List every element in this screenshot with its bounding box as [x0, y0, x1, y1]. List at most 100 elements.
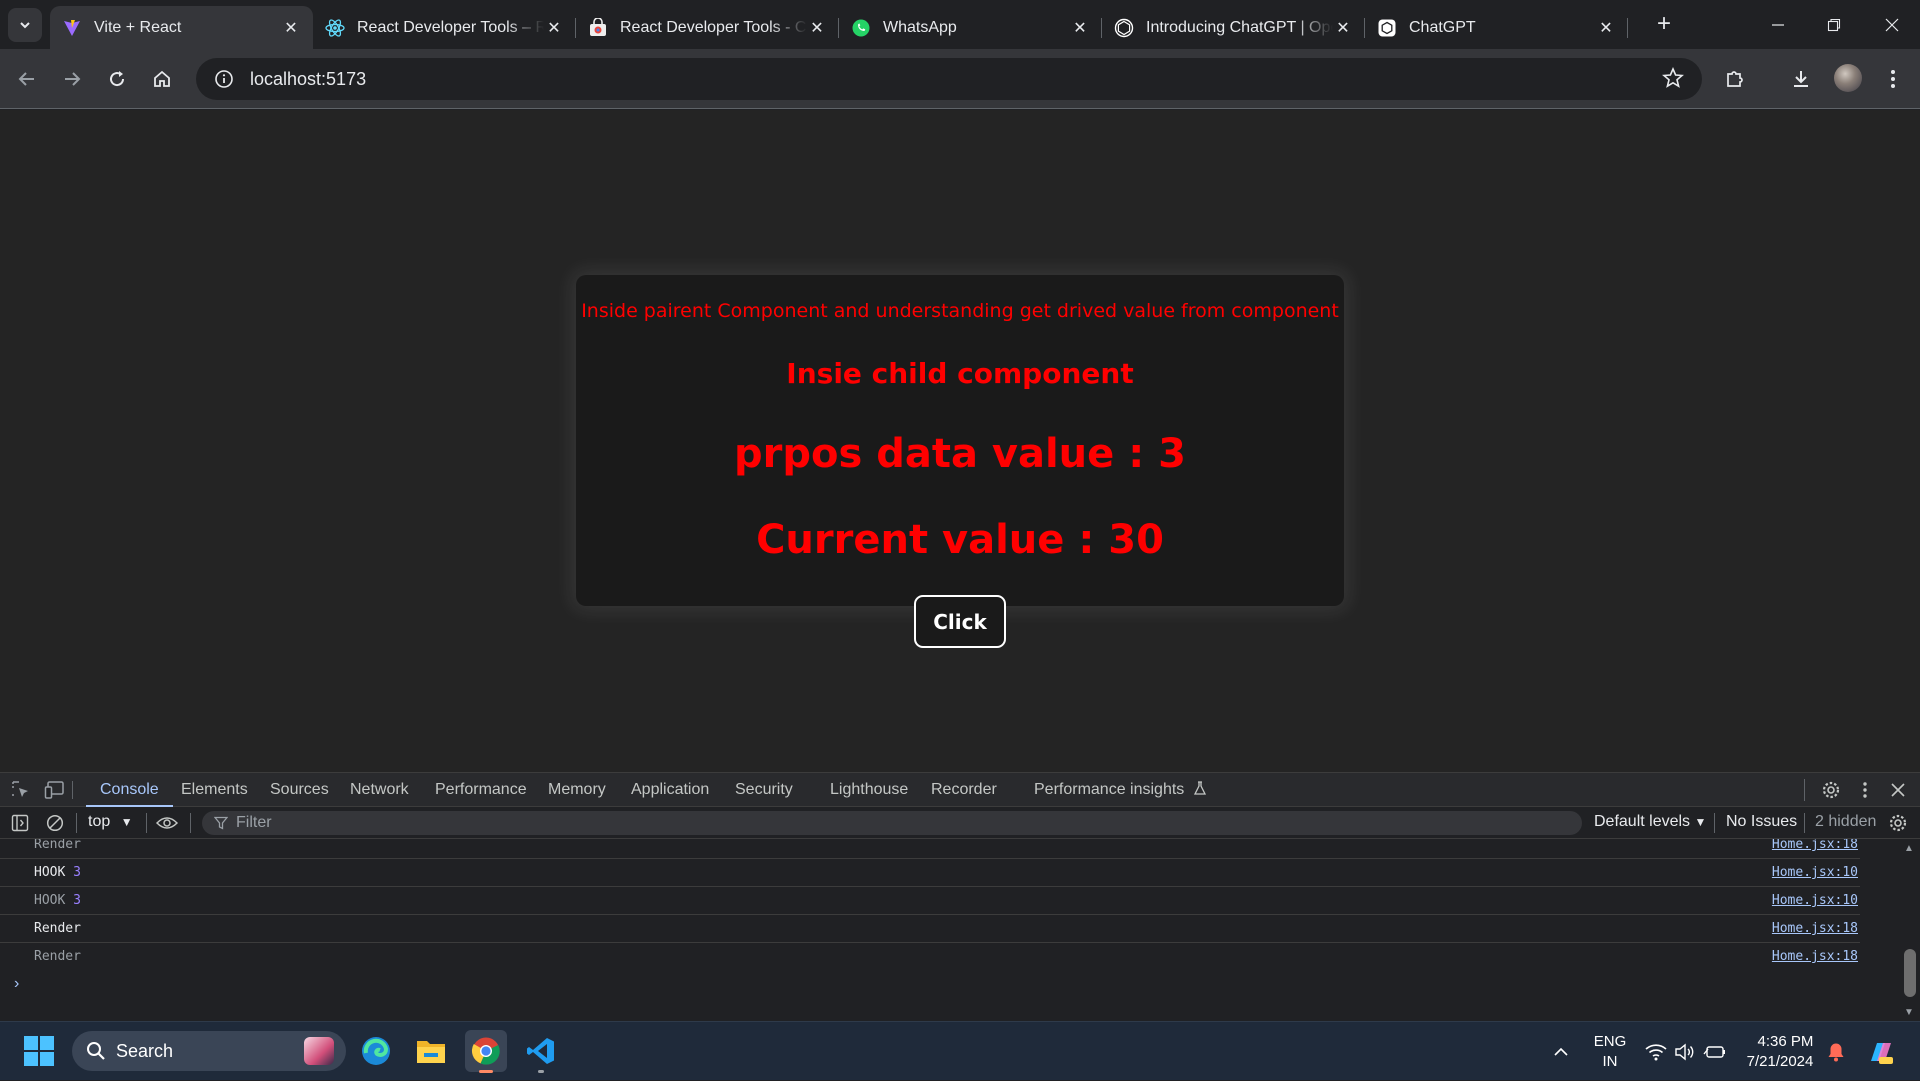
tab-memory[interactable]: Memory	[548, 773, 606, 807]
browser-toolbar: localhost:5173	[0, 49, 1920, 109]
tab-lighthouse[interactable]: Lighthouse	[830, 773, 908, 807]
dropdown-arrow-icon: ▼	[120, 815, 133, 829]
vscode-app-icon[interactable]	[520, 1030, 562, 1073]
close-icon[interactable]: ✕	[1333, 18, 1353, 38]
show-hidden-icons-chevron-icon[interactable]	[1546, 1022, 1576, 1081]
page-viewport: Inside pairent Component and understandi…	[0, 110, 1920, 772]
close-icon[interactable]: ✕	[807, 18, 827, 38]
site-info-icon[interactable]	[204, 69, 244, 89]
console-row: HOOK 3 Home.jsx:10	[0, 859, 1860, 887]
tab-elements[interactable]: Elements	[181, 773, 248, 807]
taskbar-search[interactable]: Search	[72, 1031, 346, 1071]
tab-title: Introducing ChatGPT | Ope	[1146, 18, 1333, 36]
tab-chatgpt[interactable]: ChatGPT ✕	[1365, 6, 1628, 49]
edge-app-icon[interactable]	[355, 1030, 397, 1072]
eye-icon[interactable]	[156, 812, 178, 834]
flask-icon	[1193, 781, 1206, 795]
tab-introducing-chatgpt[interactable]: Introducing ChatGPT | Ope ✕	[1102, 6, 1365, 49]
address-bar[interactable]: localhost:5173	[196, 58, 1702, 100]
clock-date: 7/21/2024	[1746, 1052, 1814, 1070]
devtools-menu-icon[interactable]	[1854, 779, 1876, 801]
sidebar-toggle-icon[interactable]	[9, 812, 31, 834]
context-selector[interactable]: top ▼	[88, 813, 133, 831]
tab-vite-react[interactable]: Vite + React ✕	[50, 6, 313, 49]
forward-button[interactable]	[55, 62, 89, 96]
scroll-down-icon[interactable]: ▼	[1904, 1007, 1914, 1018]
clear-console-icon[interactable]	[44, 812, 66, 834]
console-message: HOOK	[34, 865, 66, 880]
console-settings-gear-icon[interactable]	[1887, 812, 1909, 834]
tab-performance[interactable]: Performance	[435, 773, 527, 807]
tab-performance-insights[interactable]: Performance insights	[1034, 773, 1207, 807]
clock[interactable]: 4:36 PM 7/21/2024	[1740, 1022, 1820, 1081]
inspect-element-icon[interactable]	[10, 779, 32, 801]
react-icon	[325, 18, 345, 38]
tab-search-button[interactable]	[8, 8, 42, 42]
close-icon[interactable]: ✕	[544, 18, 564, 38]
tab-react-devtools-store[interactable]: React Developer Tools - Ch ✕	[576, 6, 839, 49]
whatsapp-icon	[851, 18, 871, 38]
tab-recorder[interactable]: Recorder	[931, 773, 997, 807]
home-button[interactable]	[145, 62, 179, 96]
console-row: HOOK 3 Home.jsx:10	[0, 887, 1860, 915]
volume-icon[interactable]	[1672, 1022, 1698, 1081]
wifi-icon[interactable]	[1643, 1022, 1669, 1081]
restore-button[interactable]	[1806, 0, 1862, 49]
scrollbar-thumb[interactable]	[1904, 949, 1916, 997]
battery-icon[interactable]	[1702, 1022, 1728, 1081]
new-tab-button[interactable]: +	[1652, 10, 1676, 37]
issues-counter[interactable]: No Issues	[1726, 813, 1797, 831]
openai-icon	[1377, 18, 1397, 38]
log-levels-dropdown[interactable]: Default levels ▼	[1594, 813, 1706, 831]
parent-component-card: Inside pairent Component and understandi…	[576, 275, 1344, 606]
tab-title: React Developer Tools – Re	[357, 18, 544, 36]
source-link[interactable]: Home.jsx:10	[1772, 893, 1858, 908]
console-filter-input[interactable]: Filter	[202, 811, 1582, 835]
filter-placeholder: Filter	[236, 814, 272, 831]
file-explorer-icon[interactable]	[410, 1030, 452, 1072]
extensions-button[interactable]	[1718, 62, 1752, 96]
source-link[interactable]: Home.jsx:18	[1772, 921, 1858, 936]
tab-security[interactable]: Security	[735, 773, 793, 807]
close-icon[interactable]: ✕	[1596, 18, 1616, 38]
console-messages: Render Home.jsx:18 HOOK 3 Home.jsx:10 HO…	[0, 839, 1900, 1022]
filter-funnel-icon	[214, 816, 228, 830]
minimize-button[interactable]	[1750, 0, 1806, 49]
region-code: IN	[1602, 1052, 1618, 1070]
console-scrollbar[interactable]: ▲ ▼	[1900, 839, 1920, 1022]
settings-gear-icon[interactable]	[1820, 779, 1842, 801]
device-toolbar-icon[interactable]	[44, 779, 66, 801]
restore-icon	[1827, 18, 1841, 31]
downloads-button[interactable]	[1784, 62, 1818, 96]
tab-application[interactable]: Application	[631, 773, 709, 807]
back-button[interactable]	[10, 62, 44, 96]
tab-network[interactable]: Network	[350, 773, 409, 807]
windows-start-icon[interactable]	[24, 1036, 54, 1066]
close-icon[interactable]: ✕	[1070, 18, 1090, 38]
language-indicator[interactable]: ENG IN	[1592, 1022, 1628, 1081]
console-prompt-chevron-icon[interactable]: ›	[14, 975, 19, 993]
reload-button[interactable]	[100, 62, 134, 96]
close-icon[interactable]: ✕	[281, 18, 301, 38]
tab-react-devtools[interactable]: React Developer Tools – Re ✕	[313, 6, 576, 49]
close-window-button[interactable]	[1864, 0, 1920, 49]
chrome-menu-button[interactable]	[1876, 62, 1910, 96]
context-value: top	[88, 813, 111, 830]
tab-sources[interactable]: Sources	[270, 773, 329, 807]
profile-avatar[interactable]	[1834, 64, 1862, 92]
click-button[interactable]: Click	[914, 595, 1006, 648]
source-link[interactable]: Home.jsx:10	[1772, 865, 1858, 880]
scroll-up-icon[interactable]: ▲	[1904, 843, 1914, 854]
close-devtools-icon[interactable]	[1887, 779, 1909, 801]
notification-bell-icon[interactable]	[1822, 1022, 1850, 1081]
source-link[interactable]: Home.jsx:18	[1772, 949, 1858, 964]
copilot-icon[interactable]	[1862, 1022, 1898, 1081]
windows-taskbar: Search ENG IN 4:36 PM 7/21/2024	[0, 1021, 1920, 1080]
tab-whatsapp[interactable]: WhatsApp ✕	[839, 6, 1102, 49]
tab-console[interactable]: Console	[86, 773, 173, 807]
source-link[interactable]: Home.jsx:18	[1772, 839, 1858, 852]
home-icon	[154, 70, 170, 87]
bookmark-star-icon[interactable]	[1662, 66, 1684, 94]
tab-strip: Vite + React ✕ React Developer Tools – R…	[0, 0, 1920, 49]
chrome-app-icon[interactable]	[465, 1030, 507, 1073]
